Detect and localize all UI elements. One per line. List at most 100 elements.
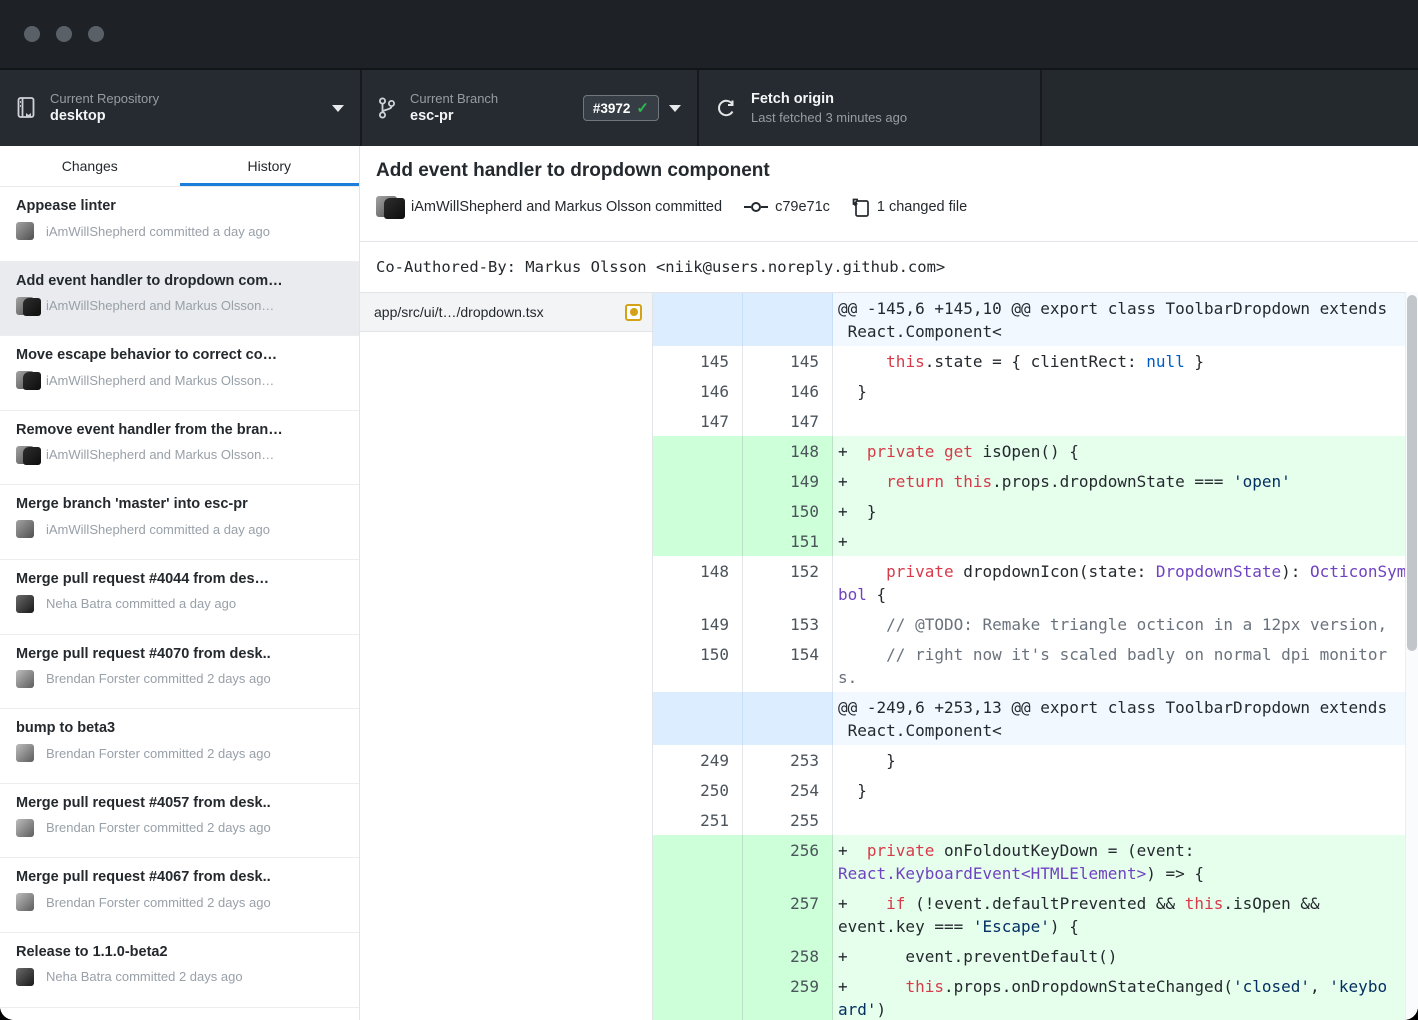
traffic-light-zoom-button[interactable]	[88, 26, 104, 42]
tab-changes[interactable]: Changes	[0, 146, 180, 186]
commit-meta: Brendan Forster committed 2 days ago	[46, 746, 271, 761]
diff-row: 249 253 }	[653, 745, 1418, 775]
pr-status-badge[interactable]: #3972 ✓	[583, 95, 659, 121]
commit-sha[interactable]: c79e71c	[775, 199, 830, 215]
line-number-new: 149	[743, 466, 833, 496]
committer-avatars	[376, 195, 402, 219]
pr-number: #3972	[593, 101, 631, 116]
file-item[interactable]: app/src/ui/t…/dropdown.tsx	[360, 293, 652, 332]
fetch-title: Fetch origin	[751, 90, 1024, 109]
tab-history[interactable]: History	[180, 146, 360, 186]
line-number-old	[653, 466, 743, 496]
commit-title: Merge pull request #4057 from desk..	[16, 795, 345, 811]
commit-list-item[interactable]: Remove event handler from the bran… iAmW…	[0, 411, 359, 486]
file-list: app/src/ui/t…/dropdown.tsx	[360, 293, 653, 1020]
commit-list-item[interactable]: Add event handler to dropdown com… iAmWi…	[0, 262, 359, 337]
line-number-old: 249	[653, 745, 743, 775]
line-number-new: 256	[743, 835, 833, 888]
avatar	[16, 221, 38, 241]
check-icon: ✓	[636, 99, 649, 117]
commit-meta: Neha Batra committed 2 days ago	[46, 969, 243, 984]
titlebar	[0, 0, 1418, 68]
sidebar-tabbar: Changes History	[0, 146, 359, 187]
commit-list-item[interactable]: Merge pull request #4051 from d…	[0, 1008, 359, 1020]
commit-meta: Brendan Forster committed 2 days ago	[46, 895, 271, 910]
commit-list-item[interactable]: Appease linter iAmWillShepherd committed…	[0, 187, 359, 262]
chevron-down-icon	[332, 105, 344, 112]
tab-changes-label: Changes	[62, 158, 118, 174]
line-number-old: 251	[653, 805, 743, 835]
line-number-new: 259	[743, 971, 833, 1020]
diff-row: 251 255	[653, 805, 1418, 835]
toolbar: Current Repository desktop Current Branc…	[0, 68, 1418, 146]
code-line: // right now it's scaled badly on normal…	[833, 639, 1418, 692]
avatar	[16, 594, 38, 614]
commit-list-item[interactable]: bump to beta3 Brendan Forster committed …	[0, 709, 359, 784]
branch-switcher-button[interactable]: Current Branch esc-pr #3972 ✓	[360, 70, 697, 146]
diff-row: 256 + private onFoldoutKeyDown = (event:…	[653, 835, 1418, 888]
diff-row: 258 + event.preventDefault()	[653, 941, 1418, 971]
line-number-old	[653, 835, 743, 888]
line-number-new: 147	[743, 406, 833, 436]
traffic-light-minimize-button[interactable]	[56, 26, 72, 42]
commit-detail-panel: Add event handler to dropdown component …	[360, 146, 1418, 1020]
commit-list-item[interactable]: Merge pull request #4044 from des… Neha …	[0, 560, 359, 635]
diff-row: 148 152 private dropdownIcon(state: Drop…	[653, 556, 1418, 609]
avatar	[16, 519, 38, 539]
commit-summary-title: Add event handler to dropdown component	[376, 160, 1418, 182]
line-number-new: 257	[743, 888, 833, 941]
line-number-old: 149	[653, 609, 743, 639]
commit-list-item[interactable]: Move escape behavior to correct co… iAmW…	[0, 336, 359, 411]
line-number-old	[653, 971, 743, 1020]
commit-meta: Brendan Forster committed 2 days ago	[46, 671, 271, 686]
file-path: app/src/ui/t…/dropdown.tsx	[374, 304, 617, 320]
commit-title: Merge pull request #4044 from des…	[16, 571, 345, 587]
tab-history-label: History	[247, 158, 291, 174]
avatar	[16, 296, 38, 316]
traffic-light-close-button[interactable]	[24, 26, 40, 42]
code-line: + if (!event.defaultPrevented && this.is…	[833, 888, 1418, 941]
diff-row: 257 + if (!event.defaultPrevented && thi…	[653, 888, 1418, 941]
scrollbar-thumb[interactable]	[1407, 295, 1417, 651]
line-number-old: 147	[653, 406, 743, 436]
avatar	[16, 445, 38, 465]
code-line: }	[833, 745, 1418, 775]
commit-title: Add event handler to dropdown com…	[16, 273, 345, 289]
line-number-new: 154	[743, 639, 833, 692]
code-line	[833, 406, 1418, 436]
diff-row: @@ -249,6 +253,13 @@ export class Toolba…	[653, 692, 1418, 745]
commit-meta: iAmWillShepherd and Markus Olsson…	[46, 447, 274, 462]
line-number-new: 146	[743, 376, 833, 406]
code-line: + event.preventDefault()	[833, 941, 1418, 971]
toolbar-spacer	[1040, 70, 1418, 146]
avatar	[16, 370, 38, 390]
fetch-origin-button[interactable]: Fetch origin Last fetched 3 minutes ago	[697, 70, 1040, 146]
code-line: @@ -249,6 +253,13 @@ export class Toolba…	[833, 692, 1418, 745]
line-number-old	[653, 496, 743, 526]
commit-list-item[interactable]: Release to 1.1.0-beta2 Neha Batra commit…	[0, 933, 359, 1008]
commit-list-item[interactable]: Merge pull request #4067 from desk.. Bre…	[0, 858, 359, 933]
line-number-new: 255	[743, 805, 833, 835]
commit-meta: iAmWillShepherd and Markus Olsson…	[46, 373, 274, 388]
history-sidebar: Changes History Appease linter iAmWillSh…	[0, 146, 360, 1020]
line-number-old	[653, 941, 743, 971]
sync-icon	[715, 96, 737, 120]
line-number-new: 258	[743, 941, 833, 971]
commit-list-item[interactable]: Merge pull request #4057 from desk.. Bre…	[0, 784, 359, 859]
commit-list-item[interactable]: Merge branch 'master' into esc-pr iAmWil…	[0, 485, 359, 560]
code-line: + }	[833, 496, 1418, 526]
changed-files-count: 1 changed file	[877, 199, 967, 215]
repository-label: Current Repository	[50, 90, 322, 107]
repository-switcher-button[interactable]: Current Repository desktop	[0, 70, 360, 146]
commit-title: Merge pull request #4070 from desk..	[16, 646, 345, 662]
line-number-new	[743, 692, 833, 745]
commit-meta: iAmWillShepherd and Markus Olsson…	[46, 298, 274, 313]
commit-meta: Neha Batra committed a day ago	[46, 596, 236, 611]
commit-title: Move escape behavior to correct co…	[16, 347, 345, 363]
commit-list-item[interactable]: Merge pull request #4070 from desk.. Bre…	[0, 635, 359, 710]
diff-row: 148 + private get isOpen() {	[653, 436, 1418, 466]
commit-title: Remove event handler from the bran…	[16, 422, 345, 438]
code-line: + private onFoldoutKeyDown = (event: Rea…	[833, 835, 1418, 888]
diff-row: 147 147	[653, 406, 1418, 436]
commit-description: Co-Authored-By: Markus Olsson <niik@user…	[360, 242, 1418, 293]
